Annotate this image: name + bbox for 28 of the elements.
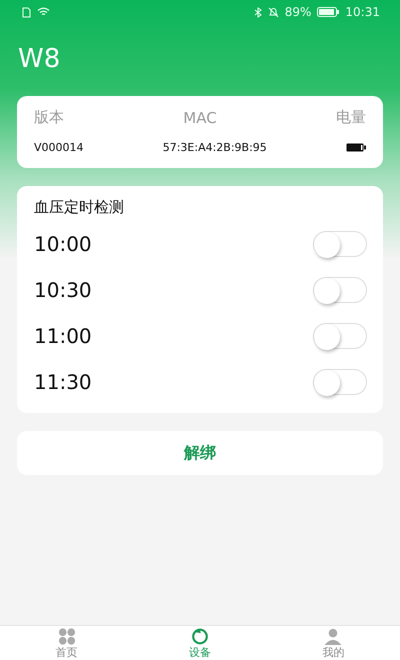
time-label: 10:00 xyxy=(34,232,92,256)
unbind-button[interactable]: 解绑 xyxy=(17,431,383,475)
toggle-switch[interactable] xyxy=(313,323,367,349)
battery-icon xyxy=(346,143,366,152)
mac-value: 57:3E:A4:2B:9B:95 xyxy=(162,141,267,154)
toggle-switch[interactable] xyxy=(313,231,367,257)
version-value: V000014 xyxy=(34,141,84,154)
column-header: MAC xyxy=(183,108,217,126)
time-label: 11:00 xyxy=(34,324,92,348)
bluetooth-icon xyxy=(254,6,262,18)
time-label: 11:30 xyxy=(34,370,92,394)
device-title: W8 xyxy=(18,44,60,74)
mute-bell-icon xyxy=(268,6,279,18)
nav-tab[interactable]: 首页 xyxy=(0,626,134,660)
nav-tab[interactable]: 我的 xyxy=(266,626,400,660)
time-label: 10:30 xyxy=(34,278,92,302)
column-header: 版本 xyxy=(34,108,64,127)
column-header: 电量 xyxy=(336,108,366,127)
clock: 10:31 xyxy=(345,5,380,19)
sim-icon xyxy=(22,6,31,18)
wifi-icon xyxy=(37,7,50,17)
section-title: 血压定时检测 xyxy=(34,198,124,216)
toggle-switch[interactable] xyxy=(313,277,367,303)
toggle-switch[interactable] xyxy=(313,369,367,395)
battery-icon xyxy=(317,7,340,17)
nav-tab[interactable]: 设备 xyxy=(133,626,267,660)
person-icon xyxy=(322,628,344,645)
battery-percent: 89% xyxy=(284,5,312,19)
